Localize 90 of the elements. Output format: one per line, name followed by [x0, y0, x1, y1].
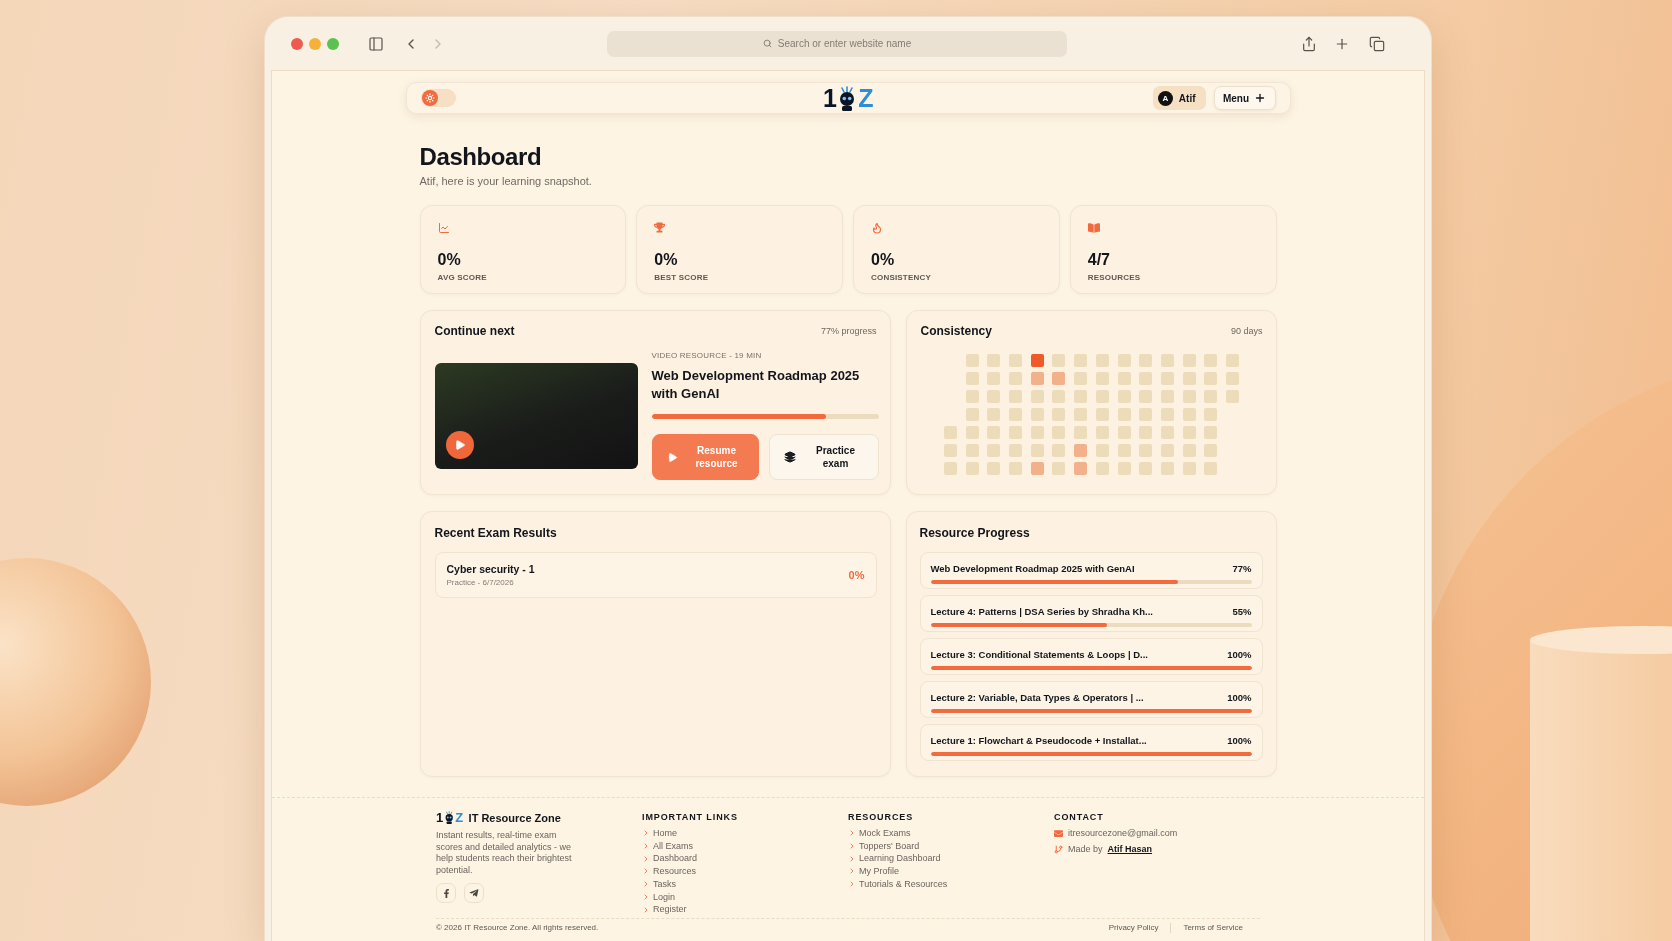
- resource-progress-item[interactable]: Web Development Roadmap 2025 with GenAI 77%: [919, 552, 1263, 589]
- resource-meta: VIDEO RESOURCE - 19 MIN: [651, 351, 763, 361]
- footer-heading: RESOURCES: [848, 811, 915, 823]
- resource-percent: 100%: [1227, 691, 1252, 703]
- progress-text: 77% progress: [820, 326, 877, 336]
- resource-name: Lecture 4: Patterns | DSA Series by Shradha Kh...: [930, 605, 1153, 617]
- sidebar-icon[interactable]: [368, 35, 384, 52]
- footer-link[interactable]: Mock Exams: [848, 827, 911, 840]
- play-icon: [666, 451, 678, 463]
- footer-link[interactable]: Learning Dashboard: [848, 852, 941, 866]
- mail-icon: [1054, 829, 1063, 838]
- page-subtitle: Atif, here is your learning snapshot.: [419, 174, 593, 188]
- plus-icon: [1254, 92, 1267, 104]
- search-icon: [762, 39, 772, 48]
- resource-progress-item[interactable]: Lecture 4: Patterns | DSA Series by Shradha Kh... 55%: [919, 595, 1263, 632]
- logo-link[interactable]: 1 Z: [436, 811, 463, 824]
- footer-link[interactable]: Tasks: [642, 877, 676, 891]
- address-placeholder: Search or enter website name: [777, 38, 912, 49]
- brand-description: Instant results, real-time exam scores and detailed analytics - we help students reach their brightest potential.: [436, 830, 573, 877]
- facebook-icon: [441, 888, 451, 898]
- footer-link[interactable]: Register: [642, 903, 687, 916]
- logo-link[interactable]: 1 Z: [822, 85, 874, 111]
- play-icon[interactable]: [445, 430, 474, 459]
- social-button[interactable]: [436, 883, 456, 904]
- resource-name: Lecture 1: Flowchart & Pseudocode + Installat...: [930, 734, 1147, 746]
- line-chart-icon: [437, 222, 450, 234]
- branch-icon: [1054, 845, 1063, 854]
- email-link[interactable]: itresourcezone@gmail.com: [1068, 827, 1178, 840]
- resource-progress-item[interactable]: Lecture 3: Conditional Statements & Loops | D... 100%: [919, 638, 1263, 675]
- exam-score: 0%: [848, 569, 865, 581]
- stat-value: 0%: [437, 250, 462, 270]
- close-button[interactable]: [291, 37, 303, 50]
- resource-progress-item[interactable]: Lecture 2: Variable, Data Types & Operators | ... 100%: [919, 681, 1263, 718]
- stat-value: 0%: [654, 250, 679, 270]
- footer-link[interactable]: Home: [642, 827, 677, 840]
- resource-name: Web Development Roadmap 2025 with GenAI: [930, 562, 1135, 574]
- stat-value: 4/7: [1087, 250, 1111, 270]
- brand-name: IT Resource Zone: [468, 811, 561, 824]
- footer-link[interactable]: All Exams: [642, 839, 693, 853]
- footer-link[interactable]: Dashboard: [642, 852, 698, 866]
- stat-label: AVG SCORE: [437, 273, 488, 283]
- share-icon[interactable]: [1301, 35, 1317, 52]
- footer-link[interactable]: My Profile: [848, 865, 899, 878]
- practice-button[interactable]: Practice exam: [768, 434, 879, 480]
- footer-link[interactable]: Toppers' Board: [848, 839, 920, 853]
- card-title: Continue next: [434, 324, 515, 338]
- exam-result-row[interactable]: Cyber security - 1 Practice - 6/7/2026 0%: [434, 552, 877, 598]
- copyright-text: © 2026 IT Resource Zone. All rights reserved.: [436, 922, 599, 933]
- telegram-icon: [469, 888, 479, 899]
- resource-progress-item[interactable]: Lecture 1: Flowchart & Pseudocode + Installat... 100%: [919, 724, 1263, 761]
- credit-label: Made by: [1068, 843, 1103, 856]
- footer-link[interactable]: Tutorials & Resources: [848, 877, 948, 891]
- stat-label: BEST SCORE: [654, 273, 710, 283]
- sun-icon: [421, 90, 438, 106]
- resource-percent: 77%: [1232, 562, 1252, 574]
- legal-link[interactable]: Privacy Policy: [1108, 922, 1159, 933]
- resource-percent: 100%: [1227, 734, 1252, 746]
- resource-percent: 100%: [1227, 648, 1252, 660]
- user-button[interactable]: A Atif: [1152, 86, 1206, 110]
- range-text: 90 days: [1230, 326, 1263, 336]
- author-link[interactable]: Atif Hasan: [1107, 843, 1153, 856]
- card-title: Recent Exam Results: [434, 526, 558, 540]
- footer-heading: IMPORTANT LINKS: [642, 811, 739, 823]
- exam-name: Cyber security - 1: [446, 562, 535, 576]
- card-title: Resource Progress: [919, 526, 1031, 540]
- stat-label: CONSISTENCY: [871, 273, 932, 283]
- footer-link[interactable]: Resources: [642, 865, 697, 878]
- resource-title: Web Development Roadmap 2025 with GenAI: [651, 367, 861, 403]
- robot-icon: [443, 811, 455, 824]
- menu-button[interactable]: Menu: [1213, 86, 1276, 110]
- resource-name: Lecture 3: Conditional Statements & Loops | D...: [930, 648, 1148, 660]
- social-button[interactable]: [464, 883, 484, 904]
- stat-label: RESOURCES: [1087, 273, 1142, 283]
- address-field[interactable]: Search or enter website name: [607, 30, 1067, 57]
- tabs-icon[interactable]: [1369, 35, 1385, 52]
- card-title: Consistency: [920, 324, 992, 338]
- resource-percent: 55%: [1232, 605, 1252, 617]
- resource-name: Lecture 2: Variable, Data Types & Operators | ...: [930, 691, 1144, 703]
- avatar-initial: A: [1157, 90, 1173, 106]
- legal-link[interactable]: Terms of Service: [1170, 922, 1243, 933]
- footer-link[interactable]: Login: [642, 890, 676, 904]
- footer-heading: CONTACT: [1054, 811, 1105, 823]
- page-title: Dashboard: [419, 143, 543, 171]
- flame-icon: [871, 222, 883, 234]
- book-icon: [1087, 222, 1100, 234]
- layers-icon: [783, 451, 796, 463]
- exam-detail: Practice - 6/7/2026: [446, 577, 515, 588]
- theme-toggle[interactable]: [420, 89, 456, 107]
- trophy-icon: [654, 222, 666, 233]
- stat-value: 0%: [871, 250, 896, 270]
